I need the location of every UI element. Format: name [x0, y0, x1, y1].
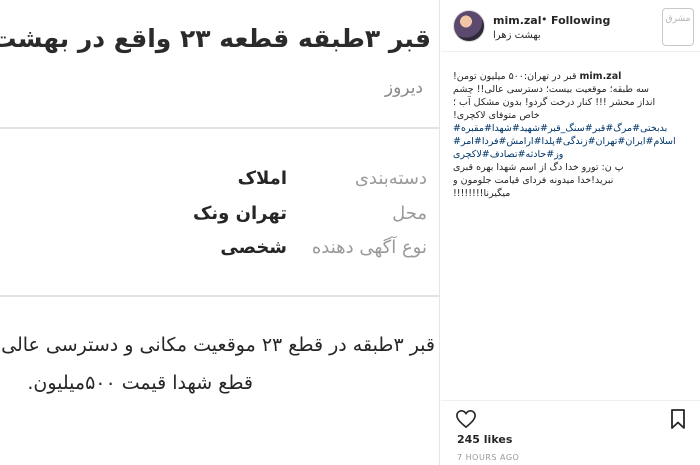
ad-date: دیروز: [384, 78, 423, 98]
caption-line: پ ن: تورو خدا دگ از اسم شهدا بهره قبری: [453, 162, 624, 173]
attribute-row-category: دسته‌بندی املاک: [0, 168, 439, 200]
divider: [0, 127, 439, 129]
caption-username[interactable]: mim.zal: [580, 71, 622, 82]
ad-description-line: قبر ۳طبقه در قطع ۲۳ موقعیت مکانی و دسترس…: [0, 334, 435, 356]
post-header: mim.zal • Following بهشت زهرا مشرق: [441, 0, 700, 52]
attribute-value: تهران ونک: [192, 203, 287, 224]
attribute-value: شخصی: [220, 237, 287, 258]
ad-title: قبر ۳طبقه قطعه ۲۳ واقع در بهشت زهرا س: [0, 24, 431, 53]
post-actions: [441, 400, 700, 429]
hashtag-line[interactable]: وز#حادثه#تصادف#لاکچری: [453, 148, 693, 161]
hashtag-line[interactable]: بدبختی#مرگ#قبر#سنگ_قبر#شهید#شهدا#مقبره#: [453, 122, 693, 135]
instagram-post-panel: mim.zal • Following بهشت زهرا مشرق mim.z…: [441, 0, 700, 465]
caption-line: خاص متوفای لاکچری!: [453, 110, 540, 121]
bookmark-icon[interactable]: [670, 409, 686, 429]
username-link[interactable]: mim.zal: [493, 14, 541, 27]
caption-line: نبرید!خدا میدونه فردای قیامت جلومون و: [453, 175, 614, 186]
separator-dot: •: [541, 13, 548, 26]
caption-line: انداز محشر !!! کنار درخت گردو! بدون مشکل…: [453, 97, 656, 108]
attribute-row-advertiser-type: نوع آگهی دهنده شخصی: [0, 237, 439, 269]
attribute-row-location: محل تهران ونک: [0, 203, 439, 235]
attribute-value: املاک: [237, 168, 287, 189]
attribute-label: دسته‌بندی: [354, 168, 427, 189]
caption-text: قبر در تهران:۵۰۰ میلیون تومن!: [453, 71, 577, 82]
caption-first-line: mim.zal قبر در تهران:۵۰۰ میلیون تومن!: [453, 70, 693, 83]
avatar[interactable]: [453, 10, 485, 42]
post-caption: mim.zal قبر در تهران:۵۰۰ میلیون تومن! سه…: [453, 70, 693, 200]
attribute-label: نوع آگهی دهنده: [311, 237, 427, 258]
following-button[interactable]: Following: [551, 14, 610, 27]
ad-screenshot: قبر ۳طبقه قطعه ۲۳ واقع در بهشت زهرا س دی…: [0, 0, 440, 465]
post-timestamp: 7 HOURS AGO: [457, 453, 520, 462]
location-link[interactable]: بهشت زهرا: [493, 30, 541, 41]
hashtag-line[interactable]: اسلام#ایران#تهران#زندگی#پلدا#ارامش#فردا#…: [453, 135, 693, 148]
heart-icon[interactable]: [455, 409, 477, 429]
caption-line: میگیرنا!!!!!!!!: [453, 188, 511, 199]
divider: [0, 295, 439, 297]
likes-count[interactable]: 245 likes: [457, 433, 512, 446]
watermark-logo: مشرق: [662, 8, 694, 46]
ad-description-line: قطع شهدا قیمت ۵۰۰میلیون.: [27, 372, 253, 394]
caption-line: سه طبقه؛ موقعیت بیست؛ دسترسی عالی!! چشم: [453, 84, 650, 95]
attribute-label: محل: [392, 203, 427, 224]
